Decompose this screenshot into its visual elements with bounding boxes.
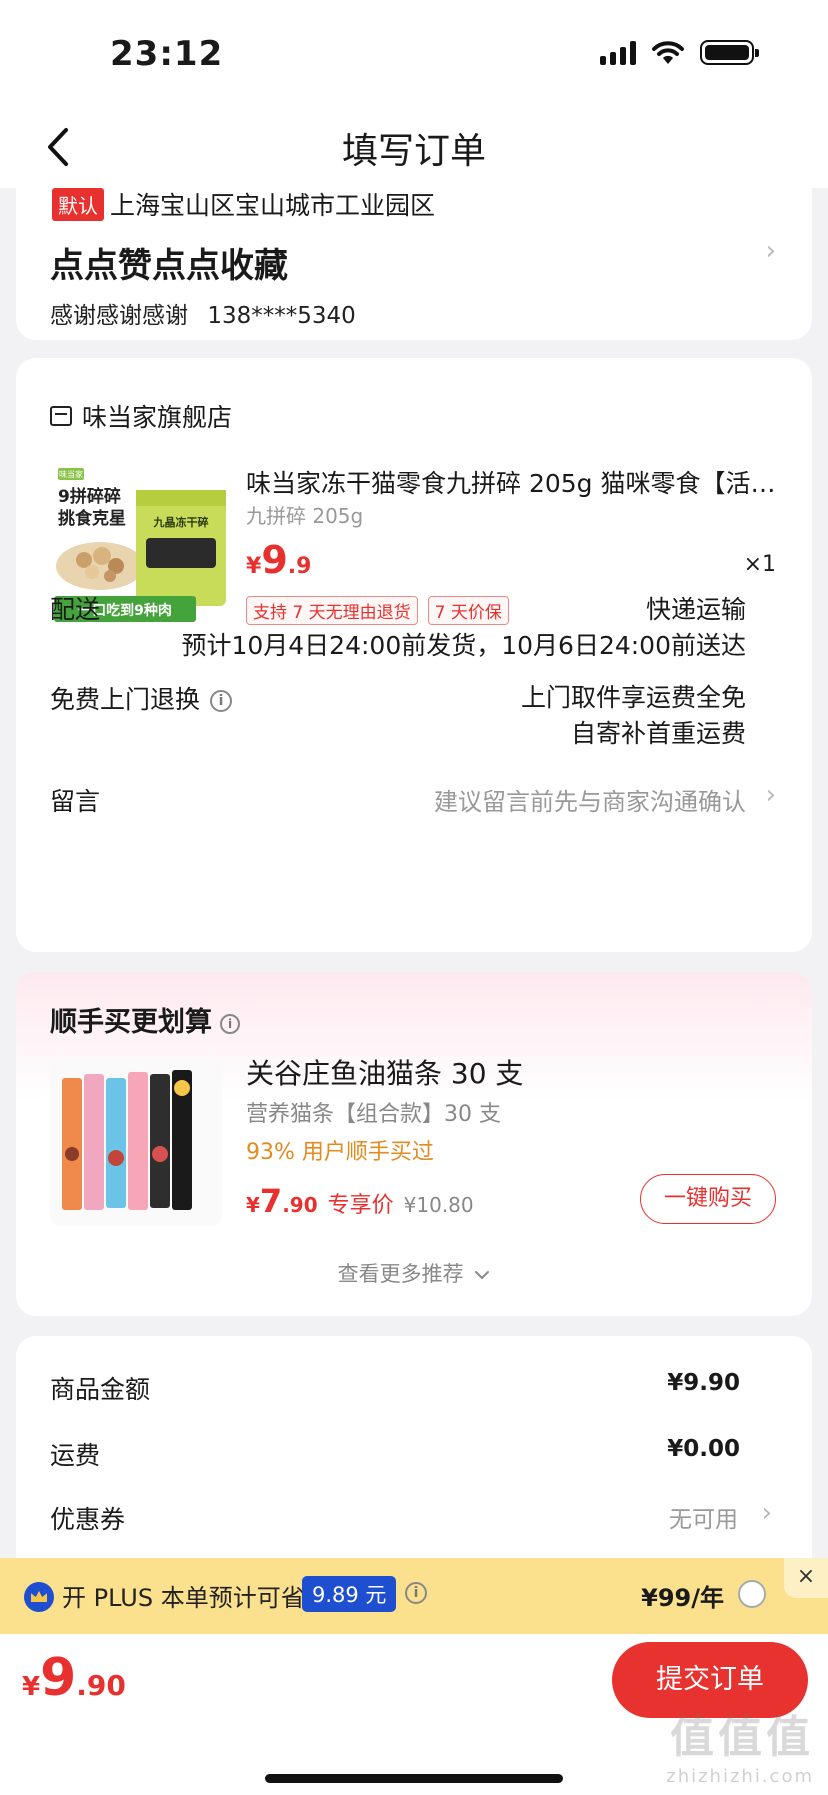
recommend-item-name[interactable]: 关谷庄鱼油猫条 30 支 (246, 1052, 523, 1092)
product-spec: 九拼碎 205g (246, 504, 364, 528)
total-currency: ¥ (22, 1672, 41, 1702)
product-image-line1: 9拼碎碎 (58, 486, 121, 507)
coupon-value[interactable]: 无可用 (669, 1500, 738, 1534)
cat-treat-sticks-image (50, 1058, 222, 1226)
more-recommend-label: 查看更多推荐 (337, 1262, 464, 1286)
battery-icon (700, 40, 759, 65)
delivery-method[interactable]: 快递运输 (646, 590, 746, 626)
message-input[interactable]: 建议留言前先与商家沟通确认 (434, 782, 746, 817)
product-image-brand: 味当家 (59, 469, 83, 479)
store-icon (50, 406, 72, 426)
address-contact: 感谢感谢感谢 138****5340 (50, 296, 356, 330)
shipping-label: 运费 (50, 1441, 101, 1470)
plus-save-amount: 9.89 元 (302, 1576, 397, 1612)
order-total: ¥9.90 (22, 1648, 126, 1708)
plus-select-radio[interactable] (738, 1580, 766, 1608)
shipping-value: ¥0.00 (667, 1436, 740, 1462)
chevron-down-icon (475, 1271, 490, 1280)
home-indicator[interactable] (265, 1774, 563, 1783)
recommend-item-spec: 营养猫条【组合款】30 支 (246, 1102, 501, 1127)
product-name[interactable]: 味当家冻干猫零食九拼碎 205g 猫咪零食【活… (246, 464, 786, 500)
signal-icon (600, 40, 636, 65)
info-icon[interactable]: i (220, 1013, 240, 1034)
info-icon[interactable]: i (405, 1582, 427, 1604)
message-label: 留言 (50, 787, 101, 816)
total-integer: 9 (40, 1648, 77, 1708)
fee-card: 商品金额 ¥9.90 运费 ¥0.00 优惠券 无可用 › (16, 1336, 812, 1566)
total-decimal: .90 (76, 1669, 126, 1702)
chevron-right-icon: › (765, 780, 776, 810)
original-price: ¥10.80 (403, 1193, 474, 1217)
exclusive-price-label: 专享价 (327, 1193, 394, 1218)
return-line2: 自寄补首重运费 (570, 719, 746, 748)
product-price: ¥9.9 (246, 538, 311, 582)
return-service-label: 免费上门退换 (50, 685, 201, 714)
recommend-title: 顺手买更划算 i (50, 1000, 240, 1039)
product-image-bag: 九晶冻干碎 (153, 515, 209, 529)
rec-price-currency: ¥ (246, 1193, 260, 1217)
product-image-line2: 挑食克星 (58, 508, 126, 529)
price-currency: ¥ (246, 554, 262, 579)
recommend-card: 顺手买更划算 i 关谷庄鱼油猫条 30 支 营养猫条【组合款】30 支 93% 用… (16, 972, 812, 1316)
store-name: 味当家旗舰店 (82, 403, 233, 432)
chevron-right-icon: › (761, 1498, 772, 1528)
recommend-image[interactable] (50, 1058, 222, 1226)
return-service-row: 免费上门退换 i (50, 680, 233, 716)
address-detail: 点点赞点点收藏 (50, 246, 288, 286)
contact-name: 感谢感谢感谢 (50, 303, 188, 329)
plus-price: ¥99/年 (641, 1584, 724, 1612)
tag-price-protect: 7 天价保 (427, 596, 509, 625)
delivery-eta: 预计10月4日24:00前发货，10月6日24:00前送达 (181, 631, 746, 660)
delivery-label: 配送 (50, 595, 101, 624)
return-line1: 上门取件享运费全免 (520, 683, 746, 712)
wifi-icon (652, 40, 684, 64)
page-title: 填写订单 (341, 131, 486, 172)
info-icon[interactable]: i (210, 690, 233, 712)
product-quantity: ×1 (743, 552, 776, 577)
goods-amount-label: 商品金额 (50, 1375, 151, 1404)
address-region: 上海宝山区宝山城市工业园区 (110, 191, 436, 220)
contact-phone: 138****5340 (207, 303, 356, 329)
goods-amount-value: ¥9.90 (667, 1370, 740, 1396)
tag-7day-return: 支持 7 天无理由退货 (246, 596, 418, 625)
top-header: 23:12 填写订单 (0, 0, 828, 188)
recommend-item-price: ¥7.90 专享价 ¥10.80 (246, 1182, 474, 1220)
price-integer: 9 (261, 538, 288, 582)
coupon-label: 优惠券 (50, 1505, 126, 1534)
service-tags: 支持 7 天无理由退货 7 天价保 (246, 596, 509, 625)
watermark-url: zhizhizhi.com (666, 1766, 814, 1787)
chevron-right-icon: › (765, 236, 776, 266)
recommend-title-text: 顺手买更划算 (50, 1007, 212, 1038)
store-header[interactable]: 味当家旗舰店 (50, 398, 232, 434)
status-time: 23:12 (110, 34, 224, 74)
plus-promo-text: 开 PLUS 本单预计可省 (62, 1584, 305, 1612)
more-recommend-link[interactable]: 查看更多推荐 (16, 1258, 812, 1288)
bottom-bar: ¥9.90 提交订单 值值值 zhizhizhi.com (0, 1634, 828, 1795)
price-decimal: .9 (287, 554, 312, 579)
store-card: 味当家旗舰店 味当家 9拼碎碎 挑食克星 九晶冻干碎 一口吃到9种肉 味当家冻干… (16, 358, 812, 952)
rec-price-decimal: .90 (282, 1193, 318, 1217)
recommend-item-stat: 93% 用户顺手买过 (246, 1140, 434, 1165)
plus-crown-icon (24, 1582, 54, 1612)
watermark: 值值值 (670, 1712, 814, 1763)
close-icon[interactable]: × (784, 1558, 828, 1598)
default-address-tag: 默认 (52, 188, 104, 221)
rec-price-integer: 7 (259, 1182, 283, 1220)
one-click-buy-button[interactable]: 一键购买 (640, 1174, 776, 1224)
plus-promo-bar[interactable]: 开 PLUS 本单预计可省 9.89 元 i ¥99/年 × (0, 1558, 828, 1634)
status-icons (600, 40, 759, 65)
